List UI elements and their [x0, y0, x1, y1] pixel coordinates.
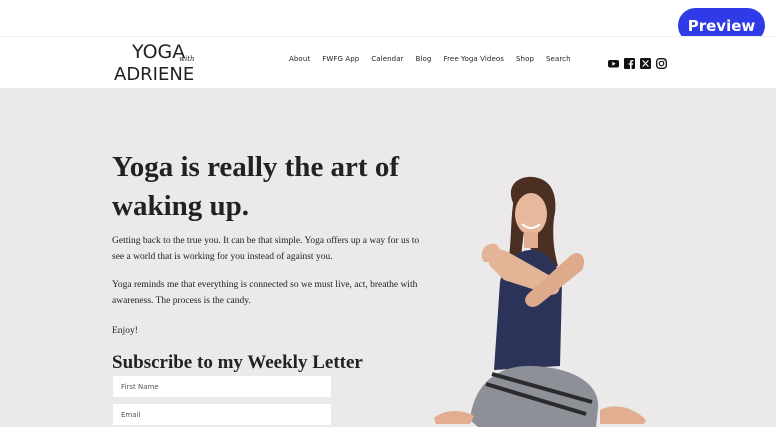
email-field[interactable]: Email: [113, 404, 331, 425]
nav-calendar[interactable]: Calendar: [371, 55, 403, 63]
hero-paragraph-3: Enjoy!: [112, 326, 138, 336]
nav-about[interactable]: About: [289, 55, 310, 63]
main-nav: About FWFG App Calendar Blog Free Yoga V…: [289, 55, 583, 63]
first-name-field[interactable]: First Name: [113, 376, 331, 397]
yoga-pose-photo: [430, 170, 660, 427]
instagram-icon[interactable]: [656, 56, 667, 69]
nav-search[interactable]: Search: [546, 55, 571, 63]
subscribe-heading: Subscribe to my Weekly Letter: [112, 352, 363, 373]
hero-paragraph-1: Getting back to the true you. It can be …: [112, 236, 420, 262]
logo-line2: ADRIENE: [114, 64, 194, 85]
x-icon[interactable]: [640, 56, 651, 69]
nav-blog[interactable]: Blog: [416, 55, 432, 63]
facebook-icon[interactable]: [624, 56, 635, 69]
nav-fwfg-app[interactable]: FWFG App: [322, 55, 359, 63]
social-links: [608, 56, 667, 69]
logo-with: with: [179, 55, 195, 63]
nav-free-yoga-videos[interactable]: Free Yoga Videos: [443, 55, 504, 63]
nav-shop[interactable]: Shop: [516, 55, 534, 63]
editor-top-bar: [0, 0, 776, 36]
hero-paragraph-2: Yoga reminds me that everything is conne…: [112, 280, 418, 306]
hero-headline: Yoga is really the art of waking up.: [112, 151, 399, 222]
site-logo[interactable]: YOGA with ADRIENE: [112, 38, 202, 86]
logo-line1: YOGA: [131, 41, 185, 63]
youtube-icon[interactable]: [608, 56, 619, 68]
